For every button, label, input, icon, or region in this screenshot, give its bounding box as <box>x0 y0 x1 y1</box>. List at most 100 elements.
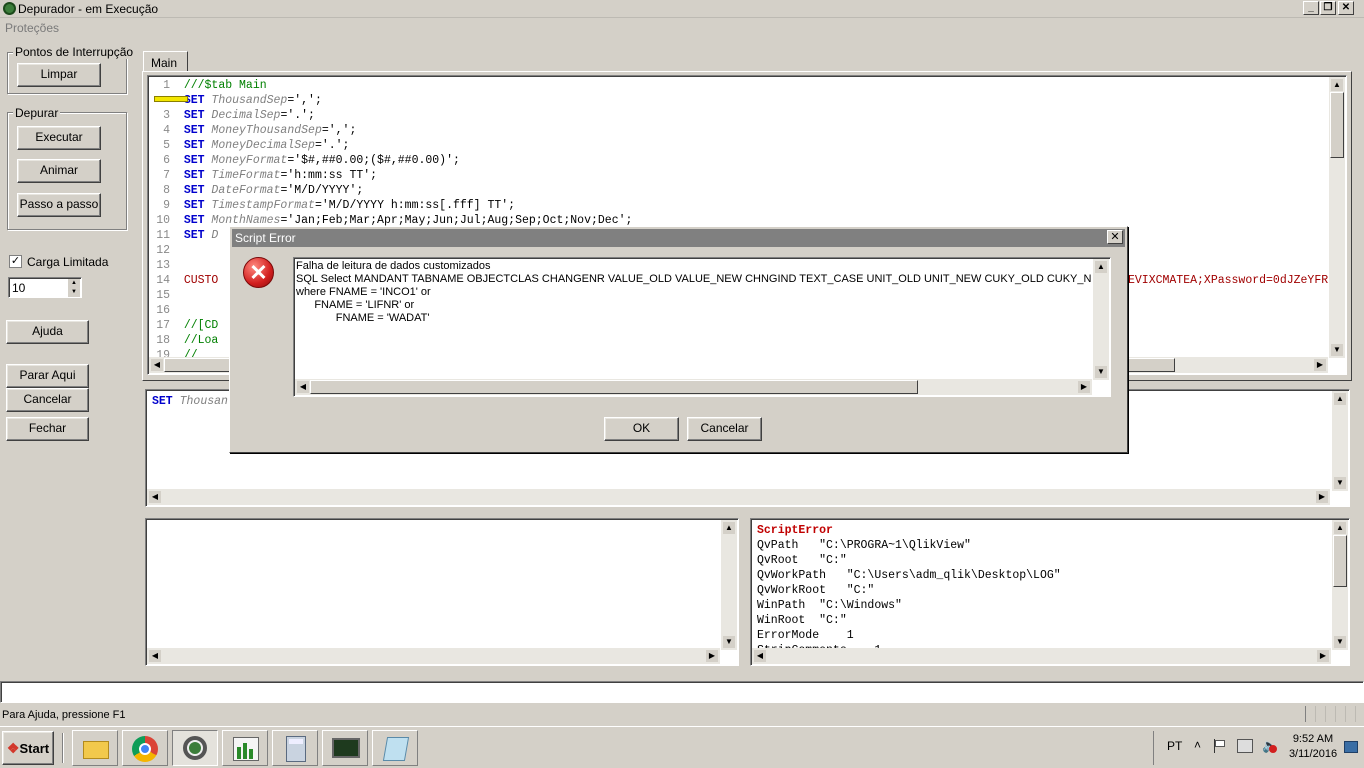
code-line-14-tail: EVIXCMATEA;XPassword=0dJZeYFR <box>1128 274 1329 287</box>
code-token: //Loa <box>183 334 219 347</box>
tab-main[interactable]: Main <box>143 51 188 72</box>
variables-vscrollbar[interactable]: ▲ ▼ <box>1332 520 1348 650</box>
code-token: ///$tab Main <box>183 79 267 92</box>
scroll-left-icon[interactable]: ◀ <box>151 359 163 371</box>
start-button[interactable]: ❖Start <box>2 731 54 765</box>
clock[interactable]: 9:52 AM 3/11/2016 <box>1288 732 1338 762</box>
show-hidden-icons-icon[interactable]: ˄ <box>1194 738 1201 752</box>
scroll-left-icon[interactable]: ◀ <box>149 491 161 503</box>
action-center-flag-icon[interactable] <box>1213 739 1227 753</box>
output-panel: ▲ ▼ ◀ ▶ <box>145 518 739 666</box>
code-token: =','; <box>287 94 322 107</box>
clear-breakpoints-button[interactable]: Limpar <box>17 63 101 87</box>
scroll-thumb[interactable] <box>1330 92 1344 158</box>
execute-button[interactable]: Executar <box>17 126 101 150</box>
error-icon: ✕ <box>243 257 274 288</box>
chrome-icon[interactable] <box>122 730 168 766</box>
variable-row: QvPath "C:\PROGRA~1\QlikView" <box>757 539 971 552</box>
stop-here-button[interactable]: Parar Aqui <box>6 364 89 388</box>
close-button[interactable]: Fechar <box>6 417 89 441</box>
statement-text: SET Thousan <box>152 395 228 408</box>
error-message-line: Falha de leitura de dados customizados <box>296 260 491 272</box>
calculator-icon[interactable] <box>272 730 318 766</box>
dialog-close-icon[interactable]: ✕ <box>1107 230 1123 244</box>
step-button[interactable]: Passo a passo <box>17 193 101 217</box>
scroll-right-icon[interactable]: ▶ <box>1316 491 1328 503</box>
breakpoints-label: Pontos de Interrupção <box>13 45 136 59</box>
spin-up-icon[interactable]: ▲ <box>68 279 80 288</box>
dialog-ok-button[interactable]: OK <box>604 417 679 441</box>
dialog-cancel-button[interactable]: Cancelar <box>687 417 762 441</box>
statement-vscrollbar[interactable]: ▲ ▼ <box>1332 391 1348 491</box>
dialog-title: Script Error <box>235 231 296 245</box>
notepad-icon[interactable] <box>372 730 418 766</box>
scroll-right-icon[interactable]: ▶ <box>1314 359 1326 371</box>
scroll-left-icon[interactable]: ◀ <box>754 650 766 662</box>
variables-panel: ScriptError QvPath "C:\PROGRA~1\QlikView"… <box>750 518 1350 666</box>
scroll-thumb[interactable] <box>1333 535 1347 587</box>
line-number: 18 <box>156 334 170 347</box>
message-hscrollbar[interactable]: ◀ ▶ <box>295 379 1092 395</box>
code-token: SET <box>183 124 212 137</box>
network-icon[interactable] <box>1237 739 1253 753</box>
show-desktop-icon[interactable] <box>1344 741 1358 753</box>
help-button[interactable]: Ajuda <box>6 320 89 344</box>
variables-hscrollbar[interactable]: ◀ ▶ <box>752 648 1331 664</box>
message-vscrollbar[interactable]: ▲ ▼ <box>1093 259 1109 380</box>
debug-label: Depurar <box>13 106 61 120</box>
scroll-down-icon[interactable]: ▼ <box>1095 366 1107 378</box>
chart-editor-icon[interactable] <box>222 730 268 766</box>
code-token: MoneyThousandSep <box>211 124 322 137</box>
animate-button[interactable]: Animar <box>17 159 101 183</box>
output-vscrollbar[interactable]: ▲ ▼ <box>721 520 737 650</box>
code-token: SET <box>183 184 212 197</box>
menu-protecoes[interactable]: Proteções <box>5 21 59 35</box>
scroll-right-icon[interactable]: ▶ <box>1078 381 1090 393</box>
hscroll-thumb[interactable] <box>310 380 918 394</box>
variable-row: WinRoot "C:" <box>757 614 847 627</box>
scroll-left-icon[interactable]: ◀ <box>297 381 309 393</box>
command-input[interactable] <box>0 681 1364 703</box>
scroll-right-icon[interactable]: ▶ <box>706 650 718 662</box>
scroll-down-icon[interactable]: ▼ <box>1334 477 1346 489</box>
restore-button[interactable]: ❐ <box>1320 1 1336 15</box>
minimize-button[interactable]: _ <box>1303 1 1319 15</box>
scroll-up-icon[interactable]: ▲ <box>1334 522 1346 534</box>
line-number: 3 <box>163 109 170 122</box>
language-indicator[interactable]: PT <box>1167 739 1182 753</box>
clock-date: 3/11/2016 <box>1288 748 1338 760</box>
error-message-text: Falha de leitura de dados customizados SQ… <box>296 260 1091 325</box>
error-message-line: SQL Select MANDANT TABNAME OBJECTCLAS CH… <box>296 273 1091 285</box>
statement-hscrollbar[interactable]: ◀ ▶ <box>147 489 1330 505</box>
code-token: SET <box>183 139 212 152</box>
scroll-right-icon[interactable]: ▶ <box>1317 650 1329 662</box>
scroll-down-icon[interactable]: ▼ <box>1331 344 1343 356</box>
qlikview-icon[interactable] <box>172 730 218 766</box>
error-message-line: where FNAME = 'INCO1' or <box>296 286 431 298</box>
code-token: ='M/D/YYYY'; <box>280 184 364 197</box>
folder-icon[interactable] <box>72 730 118 766</box>
qlikview-app-icon <box>3 2 16 15</box>
close-window-button[interactable]: ✕ <box>1338 1 1354 15</box>
limit-spinbox[interactable]: 10 ▲ ▼ <box>8 277 82 298</box>
code-line: 7 SET TimeFormat='h:mm:ss TT'; <box>148 169 1331 184</box>
spin-down-icon[interactable]: ▼ <box>68 288 80 297</box>
scroll-down-icon[interactable]: ▼ <box>723 636 735 648</box>
line-number: 8 <box>163 184 170 197</box>
scroll-up-icon[interactable]: ▲ <box>723 522 735 534</box>
code-token: SET <box>183 154 212 167</box>
limited-load-checkbox[interactable]: ✓ <box>9 255 22 268</box>
editor-vscrollbar[interactable]: ▲ ▼ <box>1329 77 1345 358</box>
scroll-up-icon[interactable]: ▲ <box>1331 79 1343 91</box>
scroll-up-icon[interactable]: ▲ <box>1095 261 1107 273</box>
limit-value: 10 <box>12 281 26 295</box>
terminal-icon[interactable] <box>322 730 368 766</box>
script-error-dialog: Script Error ✕ ✕ Falha de leitura de dad… <box>229 226 1128 453</box>
scroll-left-icon[interactable]: ◀ <box>149 650 161 662</box>
cancel-button[interactable]: Cancelar <box>6 388 89 412</box>
scroll-up-icon[interactable]: ▲ <box>1334 393 1346 405</box>
scroll-down-icon[interactable]: ▼ <box>1334 636 1346 648</box>
output-hscrollbar[interactable]: ◀ ▶ <box>147 648 720 664</box>
code-token: TimestampFormat <box>211 199 315 212</box>
taskbar: ❖Start PT ˄ 🔈 9:52 AM 3/11/2016 <box>0 726 1364 768</box>
